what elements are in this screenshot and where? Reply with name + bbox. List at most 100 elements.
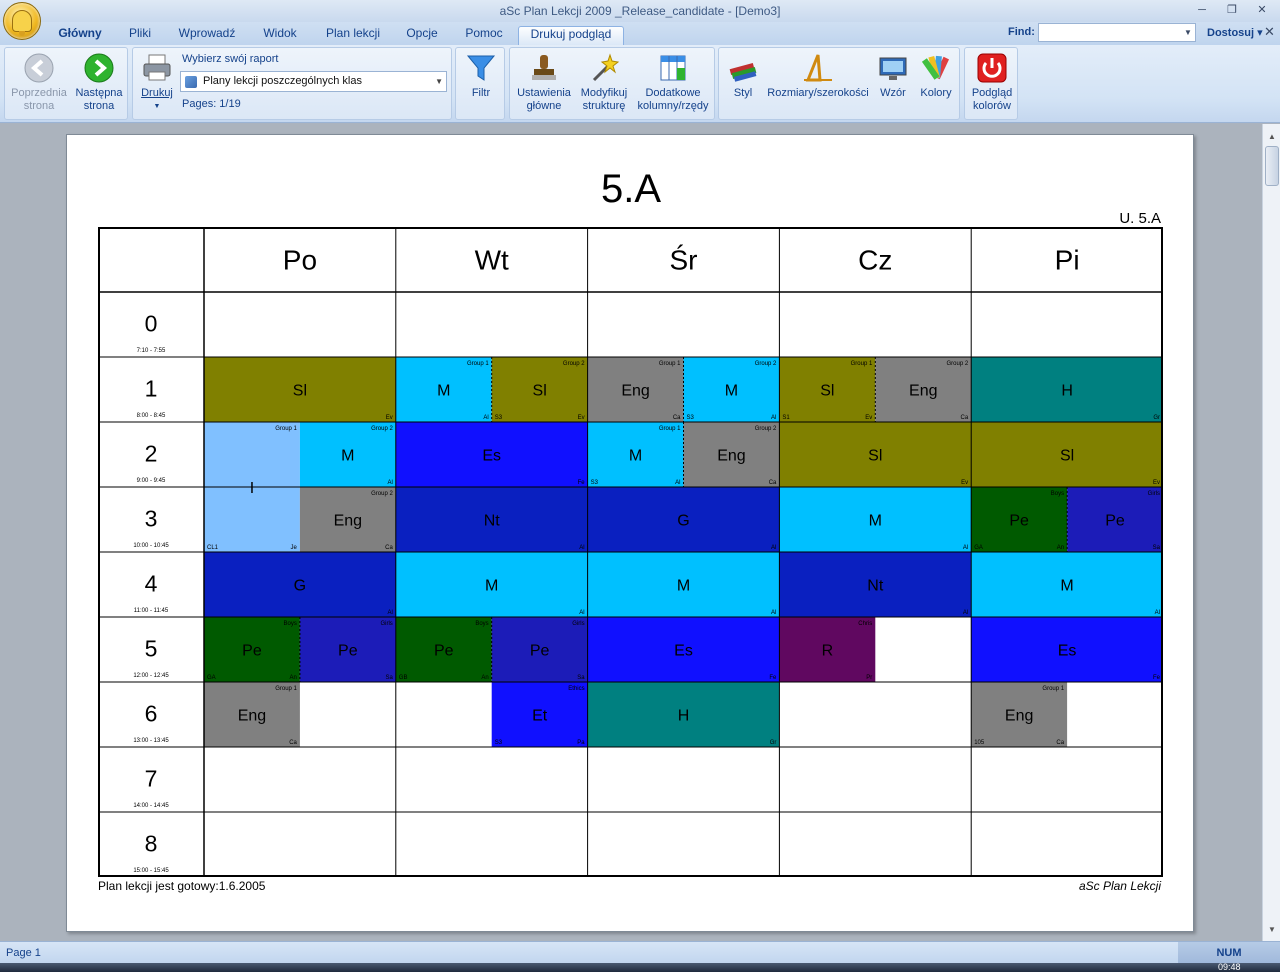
lesson-teacher: Fe: [769, 675, 777, 681]
period-time: 12:00 - 12:45: [133, 673, 169, 679]
scroll-down-icon[interactable]: ▼: [1265, 923, 1279, 937]
lesson-group: Girls: [1148, 491, 1160, 497]
lesson-teacher: Al: [675, 480, 680, 486]
tab-wprowadz[interactable]: Wprowadź: [172, 26, 242, 45]
app-menu-button[interactable]: [3, 2, 41, 40]
table-columns-icon: [657, 52, 689, 84]
lesson-room: S3: [591, 480, 599, 486]
monitor-icon: [877, 52, 909, 84]
timetable-grid: Sl Ev M Group 1 Al Sl Group 2 Ev S3 Eng Group 1 Ca M…: [98, 227, 1163, 877]
color-preview-button[interactable]: Podgląd kolorów: [967, 52, 1017, 113]
lesson-group: Boys: [475, 621, 488, 627]
scroll-thumb[interactable]: [1265, 146, 1279, 186]
lesson-teacher: Ev: [961, 480, 968, 486]
tab-widok[interactable]: Widok: [254, 26, 306, 45]
lesson-subject: Pe: [1009, 513, 1029, 530]
pattern-button[interactable]: Wzór: [875, 52, 911, 100]
lesson-subject: Es: [1058, 643, 1077, 660]
vertical-scrollbar[interactable]: ▲ ▼: [1262, 124, 1280, 941]
lesson-teacher: Fe: [1153, 675, 1161, 681]
lesson-room: CL1: [207, 545, 219, 551]
lesson-subject: Pe: [338, 643, 358, 660]
lesson-teacher: Al: [771, 415, 776, 421]
lesson-room: S3: [687, 415, 695, 421]
books-icon: [727, 52, 759, 84]
lesson-subject: Eng: [238, 708, 266, 725]
day-header: Po: [283, 245, 317, 276]
lesson-group: Boys: [1051, 491, 1064, 497]
print-button[interactable]: Drukuj ▼: [135, 52, 179, 113]
lesson-group: Group 1: [275, 426, 297, 432]
main-settings-button[interactable]: Ustawienia główne: [512, 52, 576, 113]
pages-counter: Pages: 1/19: [182, 98, 241, 110]
find-input[interactable]: [1038, 23, 1196, 42]
period-time: 15:00 - 15:45: [133, 868, 169, 874]
report-label: Wybierz swój raport: [182, 53, 279, 65]
lesson-teacher: Sa: [385, 675, 393, 681]
lesson-teacher: Ev: [578, 415, 585, 421]
lesson-group: Girls: [572, 621, 584, 627]
close-icon[interactable]: ✕: [1248, 2, 1276, 19]
lesson-teacher: Ca: [289, 740, 297, 746]
lesson-subject: Eng: [621, 383, 649, 400]
lesson-room: S3: [495, 740, 503, 746]
period-time: 14:00 - 14:45: [133, 803, 169, 809]
sizes-button[interactable]: Rozmiary/szerokości: [765, 52, 871, 100]
close-document-icon[interactable]: ✕: [1264, 24, 1275, 40]
lesson-group: Group 1: [659, 426, 681, 432]
lesson-room: GB: [399, 675, 408, 681]
period-number: 0: [145, 311, 158, 337]
customize-menu[interactable]: Dostosuj ▾: [1207, 26, 1263, 39]
restore-icon[interactable]: ❐: [1218, 2, 1246, 19]
filter-button[interactable]: Filtr: [458, 52, 504, 100]
lesson-subject: Nt: [484, 513, 501, 530]
lesson-room: S1: [782, 415, 790, 421]
lesson-subject: Sl: [533, 383, 547, 400]
lesson-teacher: Je: [291, 545, 298, 551]
report-select[interactable]: Plany lekcji poszczególnych klas ▼: [180, 71, 447, 92]
tab-pomoc[interactable]: Pomoc: [458, 26, 510, 45]
tab-plan-lekcji[interactable]: Plan lekcji: [318, 26, 388, 45]
scroll-up-icon[interactable]: ▲: [1265, 130, 1279, 144]
lesson-subject: Sl: [820, 383, 834, 400]
lesson-subject: Es: [674, 643, 693, 660]
next-page-button[interactable]: Następna strona: [69, 52, 129, 113]
group-color-preview: Podgląd kolorów: [964, 47, 1018, 120]
group-settings: Ustawienia główne Modyfikuj strukturę Do…: [509, 47, 715, 120]
lesson-group: Group 2: [947, 361, 969, 367]
lesson-subject: H: [1061, 383, 1073, 400]
lesson-subject: Es: [482, 448, 501, 465]
bell-icon: [12, 10, 32, 36]
lesson-subject: Nt: [867, 578, 884, 595]
lesson-teacher: Al: [963, 610, 968, 616]
previous-page-button[interactable]: Poprzednia strona: [7, 52, 71, 113]
period-number: 1: [145, 376, 158, 402]
lesson-teacher: Fe: [578, 480, 586, 486]
lesson-subject: Eng: [717, 448, 745, 465]
modify-structure-button[interactable]: Modyfikuj strukturę: [576, 52, 632, 113]
colors-button[interactable]: Kolory: [915, 52, 957, 100]
lesson-group: Group 2: [371, 491, 393, 497]
timetable-svg: Sl Ev M Group 1 Al Sl Group 2 Ev S3 Eng Group 1 Ca M…: [98, 227, 1163, 877]
lesson-subject: Eng: [909, 383, 937, 400]
lesson-subject: G: [677, 513, 689, 530]
period-time: 9:00 - 9:45: [137, 478, 166, 484]
tab-glowny[interactable]: Główny: [52, 26, 108, 45]
window-title: aSc Plan Lekcji 2009 _Release_candidate …: [499, 4, 781, 18]
lesson-group: Group 1: [1042, 686, 1064, 692]
period-time: 7:10 - 7:55: [137, 348, 166, 354]
tab-drukuj-podglad[interactable]: Drukuj podgląd: [518, 26, 624, 45]
chevron-down-icon[interactable]: ▼: [1182, 24, 1194, 41]
tab-pliki[interactable]: Pliki: [120, 26, 160, 45]
lesson-teacher: Al: [771, 610, 776, 616]
lesson-subject: Pe: [1105, 513, 1125, 530]
extra-columns-button[interactable]: Dodatkowe kolumny/rzędy: [632, 52, 714, 113]
tab-opcje[interactable]: Opcje: [398, 26, 446, 45]
footer-status: Plan lekcji jest gotowy:1.6.2005: [98, 879, 266, 893]
minimize-icon[interactable]: ─: [1188, 2, 1216, 19]
day-header: Wt: [475, 245, 509, 276]
find-label: Find:: [1008, 26, 1035, 38]
forward-arrow-icon: [83, 52, 115, 84]
lesson-teacher: Al: [1155, 610, 1160, 616]
style-button[interactable]: Styl: [725, 52, 761, 100]
